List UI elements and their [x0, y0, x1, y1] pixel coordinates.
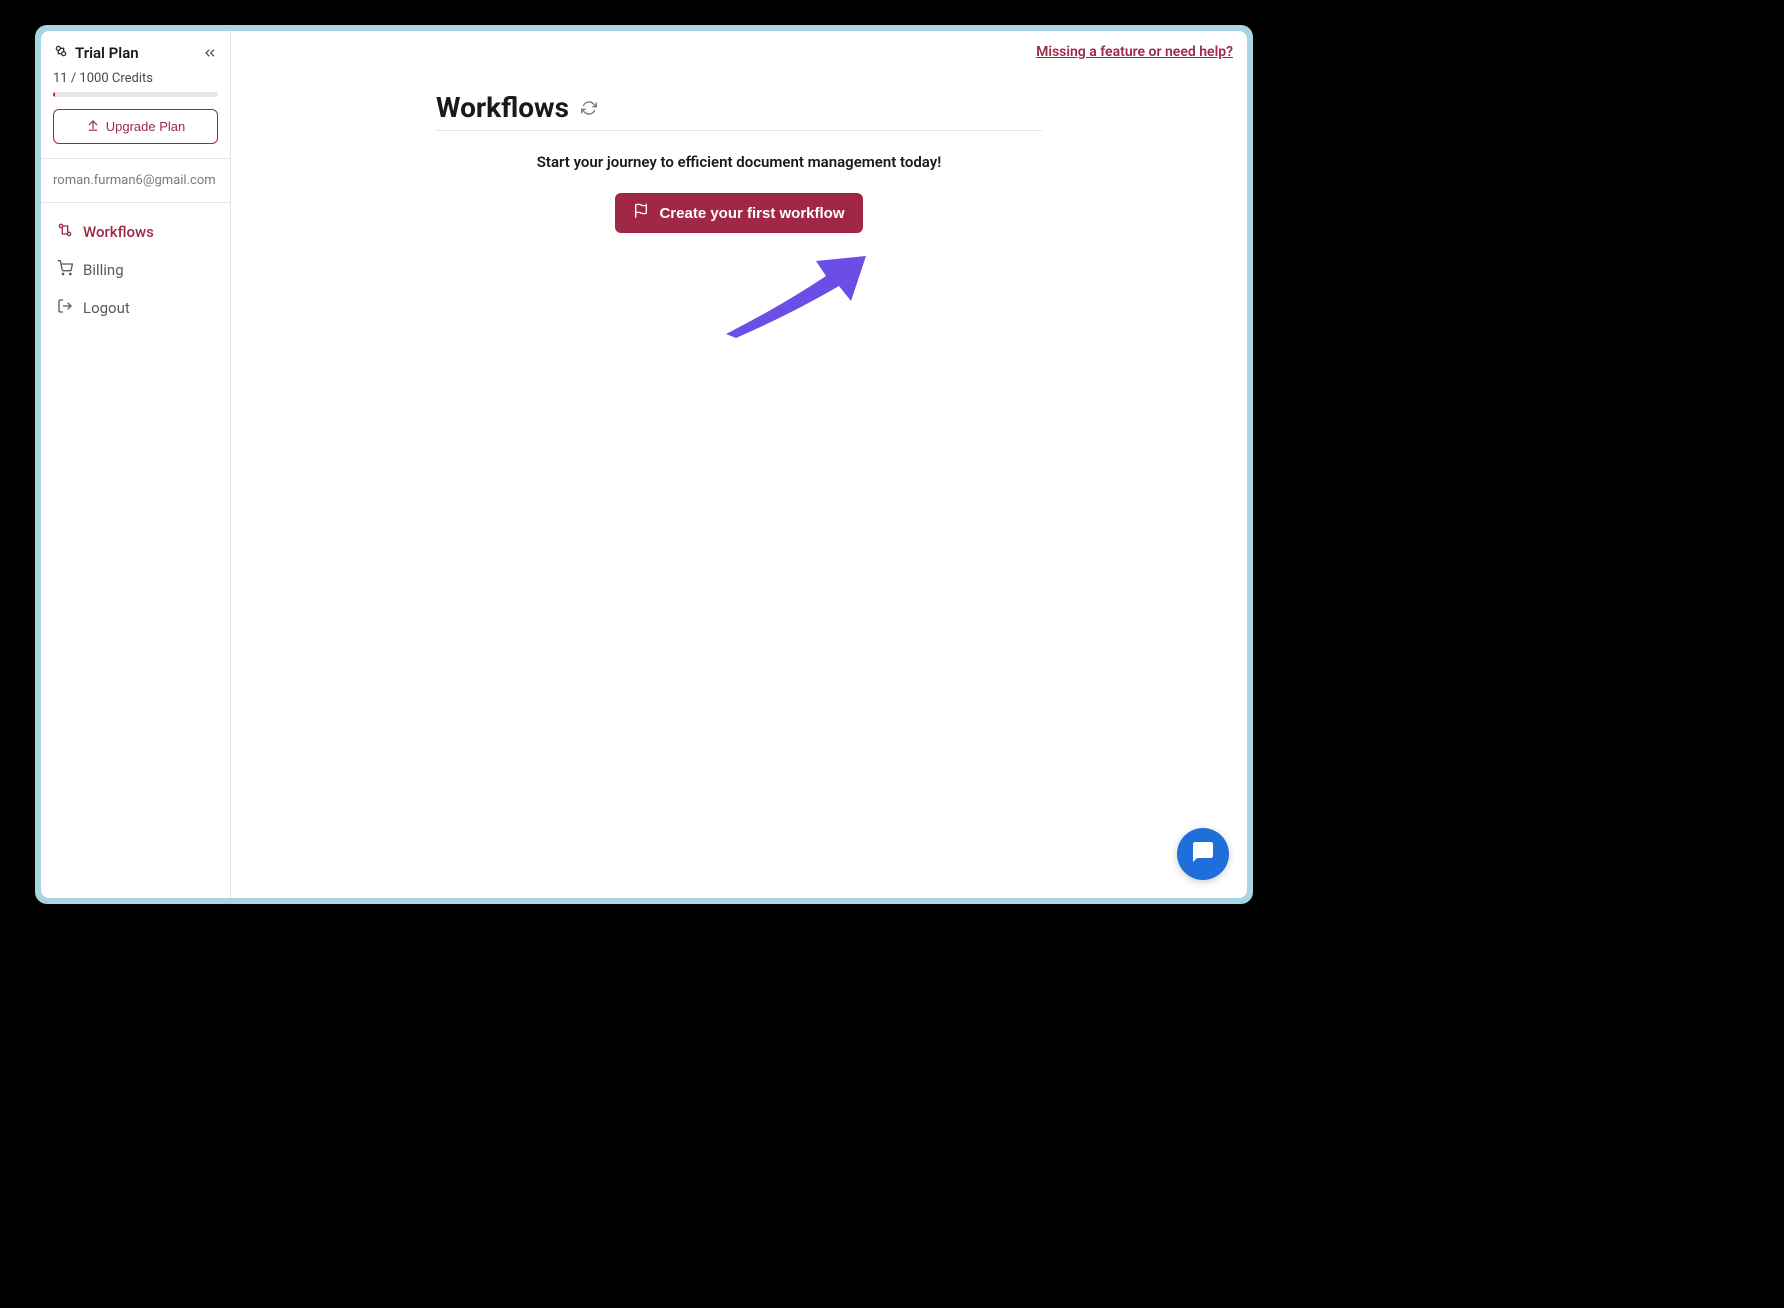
app-frame: Trial Plan 11 / 1000 Credits [35, 25, 1253, 904]
nav-item-workflows[interactable]: Workflows [49, 213, 222, 251]
content: Workflows Start your journey to efficien… [436, 31, 1042, 233]
upgrade-label: Upgrade Plan [106, 119, 186, 134]
plan-icon [53, 43, 69, 63]
upgrade-plan-button[interactable]: Upgrade Plan [53, 109, 218, 144]
flag-icon [633, 203, 649, 223]
nav-label: Billing [83, 261, 124, 279]
credits-progress-fill [53, 92, 55, 97]
page-header: Workflows [436, 91, 1042, 131]
app-inner: Trial Plan 11 / 1000 Credits [41, 31, 1247, 898]
sidebar: Trial Plan 11 / 1000 Credits [41, 31, 231, 898]
nav-item-billing[interactable]: Billing [49, 251, 222, 289]
user-email: roman.furman6@gmail.com [53, 173, 218, 188]
sidebar-top: Trial Plan 11 / 1000 Credits [41, 31, 230, 159]
chat-button[interactable] [1177, 828, 1229, 880]
workflows-icon [57, 222, 73, 242]
collapse-sidebar-button[interactable] [202, 45, 218, 61]
plan-row: Trial Plan [53, 43, 218, 63]
chat-icon [1191, 840, 1215, 868]
plan-label: Trial Plan [75, 44, 139, 62]
cart-icon [57, 260, 73, 280]
nav-section: Workflows Billing [41, 203, 230, 337]
nav-label: Logout [83, 299, 130, 317]
arrow-annotation [721, 256, 871, 345]
plan-left: Trial Plan [53, 43, 139, 63]
main-area: Missing a feature or need help? Workflow… [231, 31, 1247, 898]
logout-icon [57, 298, 73, 318]
nav-item-logout[interactable]: Logout [49, 289, 222, 327]
refresh-button[interactable] [581, 100, 597, 116]
create-workflow-button[interactable]: Create your first workflow [615, 193, 862, 233]
journey-text: Start your journey to efficient document… [436, 153, 1042, 171]
create-button-label: Create your first workflow [659, 205, 844, 222]
nav-label: Workflows [83, 223, 154, 241]
upgrade-icon [86, 118, 100, 135]
credits-text: 11 / 1000 Credits [53, 71, 218, 86]
credits-progress-bar [53, 92, 218, 97]
user-section: roman.furman6@gmail.com [41, 159, 230, 203]
page-title: Workflows [436, 91, 569, 124]
help-link[interactable]: Missing a feature or need help? [1036, 44, 1233, 60]
